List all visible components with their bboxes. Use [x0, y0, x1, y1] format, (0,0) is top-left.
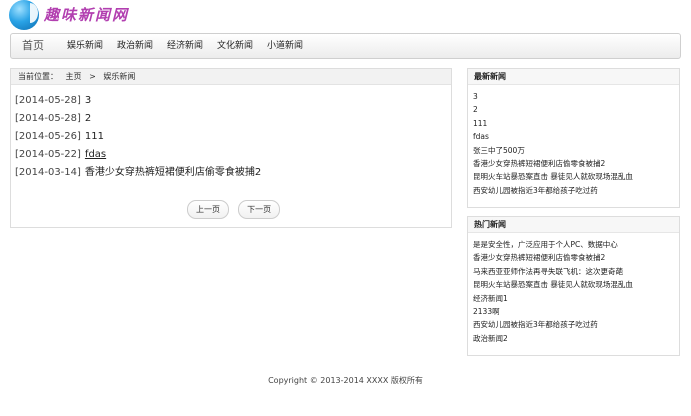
hot-news-link[interactable]: 2133啊 [473, 305, 679, 318]
latest-news-link[interactable]: fdas [473, 130, 679, 143]
hot-news-link[interactable]: 香港少女穿热裤短裙便利店偷零食被捕2 [473, 251, 679, 264]
hot-news-heading: 热门新闻 [468, 217, 679, 233]
nav-item-gossip[interactable]: 小道新闻 [267, 34, 303, 58]
latest-news-link[interactable]: 西安幼儿园被指近3年都给孩子吃过药 [473, 184, 679, 197]
prev-page-button[interactable]: 上一页 [187, 200, 229, 219]
latest-news-link[interactable]: 111 [473, 117, 679, 130]
list-item: [2014-05-28] 3 [15, 92, 451, 110]
logo-globe-icon [9, 0, 39, 30]
hot-news-link[interactable]: 西安幼儿园被指近3年都给孩子吃过药 [473, 318, 679, 331]
nav-item-politics[interactable]: 政治新闻 [117, 34, 153, 58]
latest-news-link[interactable]: 3 [473, 90, 679, 103]
nav-item-entertainment[interactable]: 娱乐新闻 [67, 34, 103, 58]
list-item: [2014-05-28] 2 [15, 110, 451, 128]
hot-news-link[interactable]: 昆明火车站暴恐案直击 暴徒见人就砍现场混乱血 [473, 278, 679, 291]
hot-news-list: 是是安全性，广泛应用于个人PC、数据中心 香港少女穿热裤短裙便利店偷零食被捕2 … [468, 233, 679, 345]
news-date: [2014-05-26] [15, 131, 81, 142]
next-page-button[interactable]: 下一页 [238, 200, 281, 219]
list-item: [2014-05-22] fdas [15, 146, 451, 164]
hot-news-link[interactable]: 马来西亚亚师作法再寻失联飞机：这次更奇葩 [473, 265, 679, 278]
latest-news-link[interactable]: 2 [473, 103, 679, 116]
site-logo[interactable]: 趣味新闻网 [9, 0, 209, 32]
news-date: [2014-05-22] [15, 149, 81, 160]
news-title-link[interactable]: 111 [85, 131, 104, 142]
breadcrumb-separator: > [89, 72, 96, 81]
breadcrumb-current: 娱乐新闻 [103, 72, 136, 81]
nav-home[interactable]: 首页 [22, 34, 44, 58]
latest-news-box: 最新新闻 3 2 111 fdas 张三中了500万 香港少女穿热裤短裙便利店偷… [467, 68, 680, 208]
nav-item-culture[interactable]: 文化新闻 [217, 34, 253, 58]
news-date: [2014-05-28] [15, 95, 81, 106]
breadcrumb-label: 当前位置： [18, 72, 58, 81]
news-title-link[interactable]: 香港少女穿热裤短裙便利店偷零食被捕2 [85, 167, 261, 178]
main-nav: 首页 娱乐新闻 政治新闻 经济新闻 文化新闻 小道新闻 [10, 33, 681, 59]
footer-copyright: Copyright © 2013-2014 XXXX 版权所有 [268, 376, 423, 385]
latest-news-link[interactable]: 昆明火车站暴恐案直击 暴徒见人就砍现场混乱血 [473, 170, 679, 183]
news-list: [2014-05-28] 3 [2014-05-28] 2 [2014-05-26]… [11, 85, 451, 182]
breadcrumb: 当前位置： 主页 > 娱乐新闻 [11, 69, 451, 85]
hot-news-link[interactable]: 是是安全性，广泛应用于个人PC、数据中心 [473, 238, 679, 251]
news-title-link[interactable]: 3 [85, 95, 91, 106]
hot-news-link[interactable]: 政治新闻2 [473, 332, 679, 345]
news-title-link[interactable]: fdas [85, 149, 106, 160]
hot-news-box: 热门新闻 是是安全性，广泛应用于个人PC、数据中心 香港少女穿热裤短裙便利店偷零… [467, 216, 680, 356]
latest-news-link[interactable]: 香港少女穿热裤短裙便利店偷零食被捕2 [473, 157, 679, 170]
latest-news-link[interactable]: 张三中了500万 [473, 144, 679, 157]
latest-news-heading: 最新新闻 [468, 69, 679, 85]
news-date: [2014-05-28] [15, 113, 81, 124]
list-item: [2014-03-14] 香港少女穿热裤短裙便利店偷零食被捕2 [15, 164, 451, 182]
breadcrumb-home-link[interactable]: 主页 [66, 72, 82, 81]
list-item: [2014-05-26] 111 [15, 128, 451, 146]
hot-news-link[interactable]: 经济新闻1 [473, 292, 679, 305]
pagination: 上一页 下一页 [187, 197, 284, 219]
news-list-panel: 当前位置： 主页 > 娱乐新闻 [2014-05-28] 3 [2014-05-2… [10, 68, 452, 228]
latest-news-list: 3 2 111 fdas 张三中了500万 香港少女穿热裤短裙便利店偷零食被捕2… [468, 85, 679, 197]
news-date: [2014-03-14] [15, 167, 81, 178]
nav-item-economy[interactable]: 经济新闻 [167, 34, 203, 58]
logo-text: 趣味新闻网 [44, 6, 130, 24]
news-title-link[interactable]: 2 [85, 113, 91, 124]
